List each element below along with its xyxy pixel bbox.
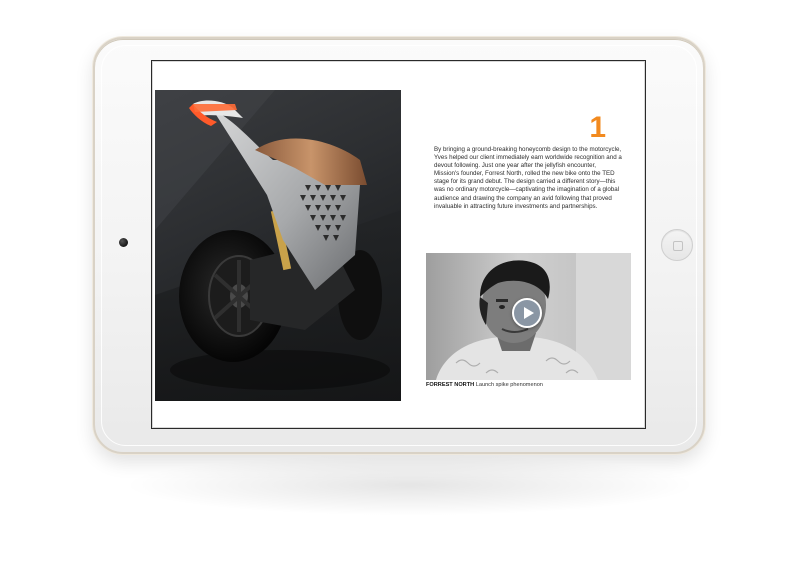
- tablet-screen: 1 By bringing a ground-breaking honeycom…: [151, 60, 646, 429]
- motorcycle-illustration: [155, 90, 401, 401]
- video-caption: FORREST NORTH Launch spike phenomenon: [426, 382, 645, 389]
- home-button[interactable]: [661, 229, 693, 261]
- home-button-icon: [673, 241, 683, 251]
- motorcycle-photo: [155, 90, 401, 401]
- video-player[interactable]: [426, 253, 631, 380]
- article-body-text: By bringing a ground-breaking honeycomb …: [434, 146, 622, 210]
- chapter-number: 1: [589, 111, 606, 144]
- front-camera-icon: [119, 238, 128, 247]
- caption-name: FORREST NORTH: [426, 382, 475, 388]
- play-icon: [524, 307, 534, 319]
- caption-text: Launch spike phenomenon: [475, 382, 543, 388]
- play-button[interactable]: [512, 298, 542, 328]
- device-shadow: [130, 455, 690, 515]
